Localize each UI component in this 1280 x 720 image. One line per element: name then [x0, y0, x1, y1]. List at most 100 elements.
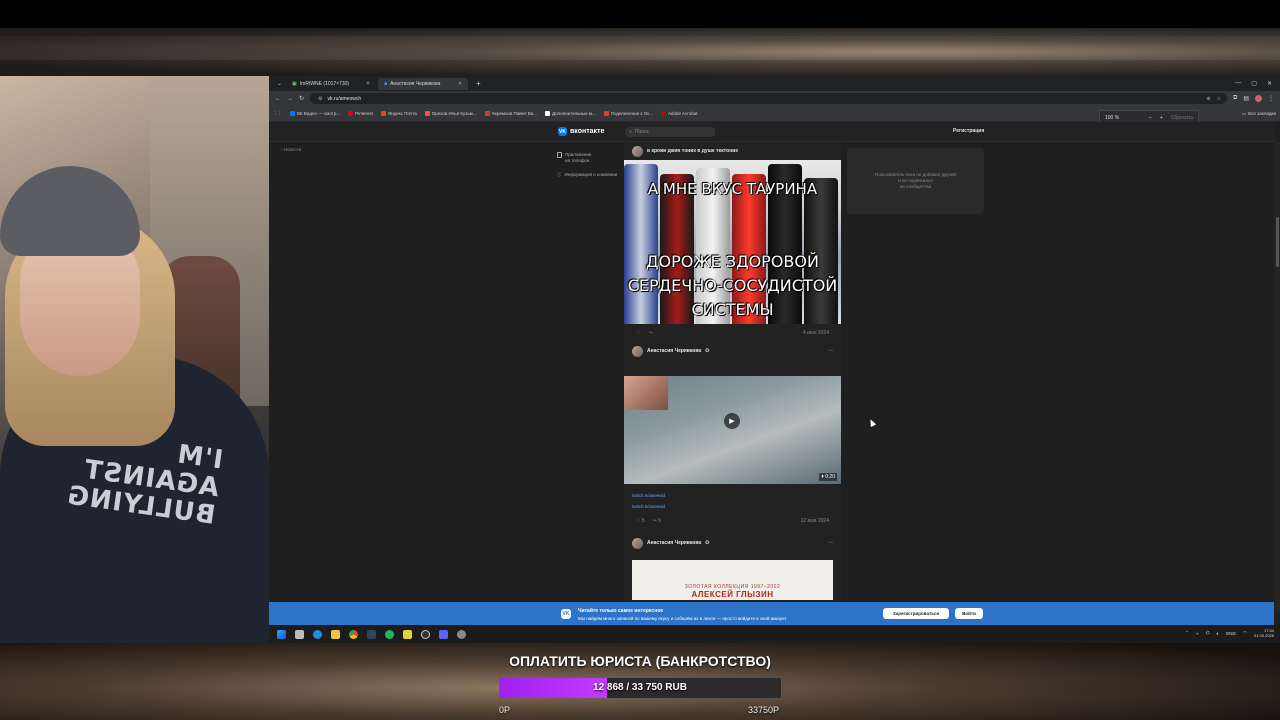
close-tab-icon[interactable]: ✕: [458, 81, 462, 87]
minimize-icon[interactable]: —: [1235, 80, 1241, 87]
scrollbar-thumb[interactable]: [1276, 217, 1279, 267]
app-download-link[interactable]: Приложение на телефон: [557, 152, 617, 164]
login-button[interactable]: Войти: [955, 608, 983, 619]
vk-logo-text: вконтакте: [570, 128, 605, 135]
mouse-cursor-icon: [867, 418, 877, 427]
address-bar[interactable]: ⚙ vk.ru/ameowch ⊕ ☆: [310, 93, 1228, 104]
like-button[interactable]: ♡ 5: [636, 518, 645, 524]
video-facecam: [624, 376, 668, 410]
post-link[interactable]: twitch.tv/aseewd: [632, 501, 833, 512]
avatar[interactable]: [632, 145, 643, 157]
post-image-album[interactable]: ЗОЛОТАЯ КОЛЛЕКЦИЯ 1997–2002 АЛЕКСЕЙ ГЛЫЗ…: [632, 560, 833, 600]
post-author[interactable]: в крови джин тоник в душе тектоник: [647, 148, 738, 154]
windows-taskbar: ⌃ ● ⌬ 🔈︎ ENG ◠ 17:44 01.05.2026: [269, 625, 1280, 643]
bookmark-favicon-icon: [484, 111, 490, 116]
volume-icon[interactable]: 🔈︎: [1217, 631, 1220, 636]
clock[interactable]: 17:44 01.05.2026: [1254, 628, 1274, 638]
chevron-up-icon[interactable]: ⌃: [1185, 630, 1189, 636]
site-info-icon[interactable]: ⚙: [318, 96, 322, 102]
reload-icon[interactable]: ↻: [299, 95, 304, 102]
apps-icon[interactable]: ⋮⋮: [273, 111, 282, 117]
meme-line-1: ДОРОЖЕ ЗДОРОВОЙ: [646, 252, 819, 271]
forward-icon[interactable]: →: [287, 96, 293, 102]
post-author[interactable]: Анастасия Черявкова: [647, 540, 701, 546]
explorer-icon[interactable]: [331, 629, 340, 639]
page-scrollbar[interactable]: [1275, 142, 1280, 612]
bookmark-item[interactable]: ВК Видео — смотр...: [290, 111, 340, 116]
bookmark-favicon-icon: [348, 111, 354, 116]
post-author[interactable]: Анастасия Черявкова: [647, 348, 701, 354]
post-links: twitch.tv/aseewd twitch.tv/aseewd: [624, 484, 841, 512]
more-icon[interactable]: ⋯: [828, 348, 833, 354]
app-icon[interactable]: [403, 629, 412, 639]
sidebar-icon[interactable]: ▤: [1243, 95, 1249, 102]
close-tab-icon[interactable]: ✕: [366, 81, 370, 87]
bookmark-item[interactable]: Дополнительные м...: [545, 111, 596, 116]
bookmark-item[interactable]: Подключение к Ок...: [603, 111, 653, 116]
bookmark-label: ВК Видео — смотр...: [297, 111, 341, 116]
bookmark-item[interactable]: Черемхов Павел Ва...: [484, 111, 537, 116]
zoom-in-icon[interactable]: +: [1160, 115, 1163, 121]
tab-image[interactable]: ▣ ImRtWNE (1017×730) ✕: [286, 78, 376, 90]
bookmark-item[interactable]: Орехов Илья Кузьм...: [424, 111, 477, 116]
share-button[interactable]: ↪ 5: [653, 518, 661, 524]
donation-min-label: 0Р: [499, 705, 511, 715]
zoom-reset-button[interactable]: Сбросить: [1171, 115, 1193, 121]
phone-icon: [557, 152, 562, 158]
company-info-link[interactable]: ⓘ Информация о компании: [557, 172, 617, 178]
task-view-icon[interactable]: [295, 629, 304, 639]
post-image-meme[interactable]: А МНЕ ВКУС ТАУРИНА ДОРОЖЕ ЗДОРОВОЙ СЕРДЕ…: [624, 160, 841, 324]
profile-avatar-icon[interactable]: [1255, 95, 1262, 102]
star-icon[interactable]: ☆: [1217, 96, 1221, 102]
steam-icon[interactable]: [367, 629, 376, 639]
spotify-icon[interactable]: [385, 629, 394, 639]
zoom-value: 100 %: [1105, 115, 1120, 121]
all-bookmarks[interactable]: ▭ Все закладки: [1242, 111, 1276, 117]
start-icon[interactable]: [277, 629, 286, 639]
chrome-icon[interactable]: [349, 629, 358, 639]
tray-app-icon[interactable]: ●: [1196, 631, 1199, 636]
maximize-icon[interactable]: ▢: [1251, 80, 1257, 87]
like-icon[interactable]: ♡: [636, 330, 640, 336]
tab-search-icon[interactable]: ⌄: [273, 80, 286, 87]
webcam-overlay: I'M AGAINST BULLYING: [0, 76, 269, 643]
register-button[interactable]: Зарегистрироваться: [883, 608, 949, 619]
edge-icon[interactable]: [313, 629, 322, 639]
bookmark-label: Pinterest: [355, 111, 373, 116]
settings-icon[interactable]: [457, 629, 466, 639]
post-video[interactable]: ▶ ⏵ 0:20: [624, 376, 841, 484]
bookmark-item[interactable]: Pinterest: [348, 111, 373, 116]
avatar[interactable]: [632, 345, 643, 357]
menu-icon[interactable]: ⋮: [1268, 95, 1274, 102]
extensions-icon[interactable]: ⧉: [1233, 95, 1237, 102]
language-indicator[interactable]: ENG: [1226, 631, 1236, 636]
webcam-cap: [0, 166, 140, 256]
more-icon[interactable]: ⋯: [828, 540, 833, 546]
network-icon[interactable]: ⌬: [1206, 630, 1210, 636]
share-icon[interactable]: ↪: [648, 330, 652, 336]
meme-line-2: СЕРДЕЧНО-СОСУДИСТОЙ: [627, 276, 838, 295]
tab-vk-profile[interactable]: ■ Анастасия Черявкова ✕: [378, 77, 469, 90]
post-actions: ♡ 5 ↪ 5 12 мая 2024: [624, 512, 841, 530]
donation-max-label: 33750Р: [748, 705, 780, 715]
play-icon[interactable]: ▶: [724, 413, 740, 429]
obs-icon[interactable]: [421, 629, 430, 639]
post-header: Анастасия Черявкова ✪ ⋯: [624, 534, 841, 552]
close-window-icon[interactable]: ✕: [1267, 80, 1272, 87]
vk-search-input[interactable]: ⌕ Поиск: [625, 127, 715, 137]
post-link[interactable]: twitch.tv/aseewd: [632, 490, 833, 501]
discord-icon[interactable]: [439, 629, 448, 639]
bookmark-item[interactable]: Яндекс Почта: [380, 111, 417, 116]
zoom-out-icon[interactable]: −: [1149, 115, 1152, 121]
new-tab-icon[interactable]: +: [470, 79, 487, 88]
bookmark-item[interactable]: Adobe Acrobat: [660, 111, 698, 116]
vk-logo[interactable]: VK вконтакте: [558, 127, 604, 136]
meme-caption-bottom: ДОРОЖЕ ЗДОРОВОЙ СЕРДЕЧНО-СОСУДИСТОЙ СИСТ…: [624, 250, 841, 322]
wifi-icon[interactable]: ◠: [1243, 630, 1247, 636]
news-link[interactable]: ‹ Новости: [281, 147, 301, 152]
zoom-lens-icon[interactable]: ⊕: [1206, 96, 1210, 102]
register-link[interactable]: Регистрация: [953, 128, 984, 134]
tab-bar: ⌄ ▣ ImRtWNE (1017×730) ✕ ■ Анастасия Чер…: [269, 76, 1280, 91]
back-icon[interactable]: ←: [275, 96, 281, 102]
avatar[interactable]: [632, 537, 643, 549]
